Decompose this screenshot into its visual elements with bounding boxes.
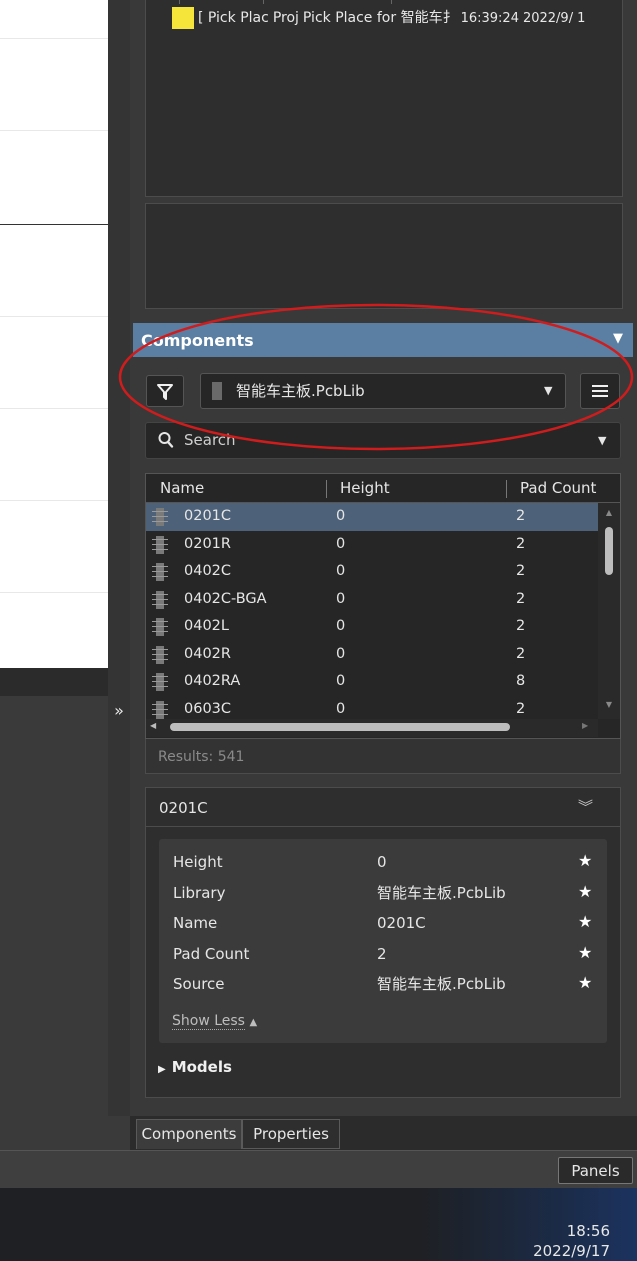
table-row[interactable]: 0402C-BGA 0 2 bbox=[146, 586, 598, 614]
property-row: Library 智能车主板.PcbLib ★ bbox=[159, 878, 607, 908]
cell-height: 0 bbox=[336, 563, 346, 579]
column-header-pad-count[interactable]: Pad Count bbox=[520, 474, 596, 503]
component-footprint-icon bbox=[152, 508, 168, 526]
component-footprint-icon bbox=[152, 590, 168, 609]
favorite-star-icon[interactable]: ★ bbox=[578, 882, 596, 901]
scroll-up-icon[interactable]: ▲ bbox=[603, 508, 615, 518]
favorite-star-icon[interactable]: ★ bbox=[578, 913, 596, 931]
editor-background bbox=[0, 696, 108, 1116]
cell-name: 0402C-BGA bbox=[184, 590, 267, 607]
cell-pad-count: 2 bbox=[516, 535, 526, 552]
cell-height: 0 bbox=[336, 508, 346, 524]
message-text: Pick Place for 智能车扌 bbox=[302, 10, 457, 26]
message-color-swatch bbox=[172, 7, 194, 29]
cell-height: 0 bbox=[336, 645, 346, 662]
cell-pad-count: 8 bbox=[516, 673, 526, 689]
table-header: Name Height Pad Count bbox=[146, 474, 620, 503]
message-date: 2022/9/ bbox=[522, 11, 574, 26]
table-row[interactable]: 0402C 0 2 bbox=[146, 558, 598, 586]
component-footprint-icon bbox=[152, 700, 168, 719]
property-row: Source 智能车主板.PcbLib ★ bbox=[159, 969, 607, 999]
cell-height: 0 bbox=[336, 590, 346, 607]
table-row[interactable]: 0402R 0 2 bbox=[146, 641, 598, 669]
canvas-wire bbox=[0, 224, 108, 225]
component-footprint-icon bbox=[152, 618, 168, 636]
cell-pad-count: 2 bbox=[516, 508, 526, 524]
collapse-chevron-icon[interactable]: ︾ bbox=[578, 797, 596, 817]
property-key: Pad Count bbox=[173, 944, 250, 963]
messages-column-separators bbox=[145, 0, 621, 4]
models-section-toggle[interactable]: ▶ Models bbox=[158, 1054, 232, 1080]
horizontal-scrollbar-thumb[interactable] bbox=[170, 723, 510, 731]
property-key: Library bbox=[173, 883, 226, 902]
clock-time[interactable]: 18:56 bbox=[560, 1222, 610, 1240]
property-value: 智能车主板.PcbLib bbox=[377, 883, 506, 902]
show-less-link[interactable]: Show Less ▲ bbox=[172, 1010, 257, 1032]
cell-pad-count: 2 bbox=[516, 618, 526, 634]
property-value: 2 bbox=[377, 944, 387, 963]
component-footprint-icon bbox=[152, 673, 168, 691]
favorite-star-icon[interactable]: ★ bbox=[578, 974, 596, 992]
message-source: [ Pick Plac bbox=[198, 10, 269, 26]
clock-date[interactable]: 2022/9/17 bbox=[520, 1242, 610, 1260]
cell-name: 0201R bbox=[184, 535, 231, 552]
cell-height: 0 bbox=[336, 673, 346, 689]
table-row[interactable]: 0201R 0 2 bbox=[146, 531, 598, 559]
favorite-star-icon[interactable]: ★ bbox=[578, 852, 596, 870]
message-details-pane bbox=[145, 203, 623, 309]
tab-properties[interactable]: Properties bbox=[242, 1119, 340, 1149]
cell-pad-count: 2 bbox=[516, 645, 526, 662]
divider bbox=[146, 826, 620, 827]
tab-components[interactable]: Components bbox=[136, 1119, 242, 1149]
message-row[interactable]: [ Pick Plac Proj Pick Place for 智能车扌 16:39:… bbox=[172, 6, 617, 30]
cell-pad-count: 2 bbox=[516, 563, 526, 579]
scroll-down-icon[interactable]: ▼ bbox=[603, 700, 615, 710]
property-value: 0201C bbox=[377, 914, 426, 932]
property-row: Height 0 ★ bbox=[159, 847, 607, 877]
table-row[interactable]: 0402L 0 2 bbox=[146, 613, 598, 641]
column-header-name[interactable]: Name bbox=[160, 474, 204, 503]
property-value: 智能车主板.PcbLib bbox=[377, 975, 506, 993]
cell-height: 0 bbox=[336, 535, 346, 552]
vertical-scrollbar-thumb[interactable] bbox=[605, 527, 613, 575]
cell-pad-count: 2 bbox=[516, 590, 526, 607]
favorite-star-icon[interactable]: ★ bbox=[578, 943, 596, 962]
cell-name: 0402RA bbox=[184, 673, 241, 689]
property-row: Name 0201C ★ bbox=[159, 908, 607, 938]
table-row[interactable]: 0402RA 0 8 bbox=[146, 668, 598, 696]
component-footprint-icon bbox=[152, 563, 168, 581]
cell-name: 0402L bbox=[184, 618, 229, 634]
status-bar bbox=[0, 1150, 637, 1189]
scroll-right-icon[interactable]: ▶ bbox=[582, 721, 588, 730]
property-value: 0 bbox=[377, 853, 387, 871]
property-key: Name bbox=[173, 914, 218, 932]
property-key: Source bbox=[173, 975, 225, 993]
cell-name: 0402R bbox=[184, 645, 231, 662]
message-type: Proj bbox=[272, 10, 299, 26]
cell-height: 0 bbox=[336, 618, 346, 634]
column-header-height[interactable]: Height bbox=[340, 474, 390, 503]
scroll-left-icon[interactable]: ◀ bbox=[150, 721, 156, 730]
panels-button[interactable]: Panels bbox=[558, 1157, 633, 1184]
caret-right-icon: ▶ bbox=[158, 1064, 166, 1075]
message-time: 16:39:2⁠4 bbox=[460, 11, 519, 26]
component-details-title: 0201C bbox=[159, 799, 208, 817]
component-footprint-icon bbox=[152, 645, 168, 664]
table-row[interactable]: 0201C 0 2 bbox=[146, 503, 598, 531]
property-key: Height bbox=[173, 853, 223, 871]
cell-name: 0201C bbox=[184, 508, 232, 524]
message-number: 1 bbox=[577, 11, 586, 26]
results-count: Results: 541 bbox=[158, 749, 245, 765]
annotation-ellipse bbox=[118, 303, 634, 451]
property-row: Pad Count 2 ★ bbox=[159, 939, 607, 969]
component-footprint-icon bbox=[152, 535, 168, 554]
cell-name: 0402C bbox=[184, 563, 232, 579]
